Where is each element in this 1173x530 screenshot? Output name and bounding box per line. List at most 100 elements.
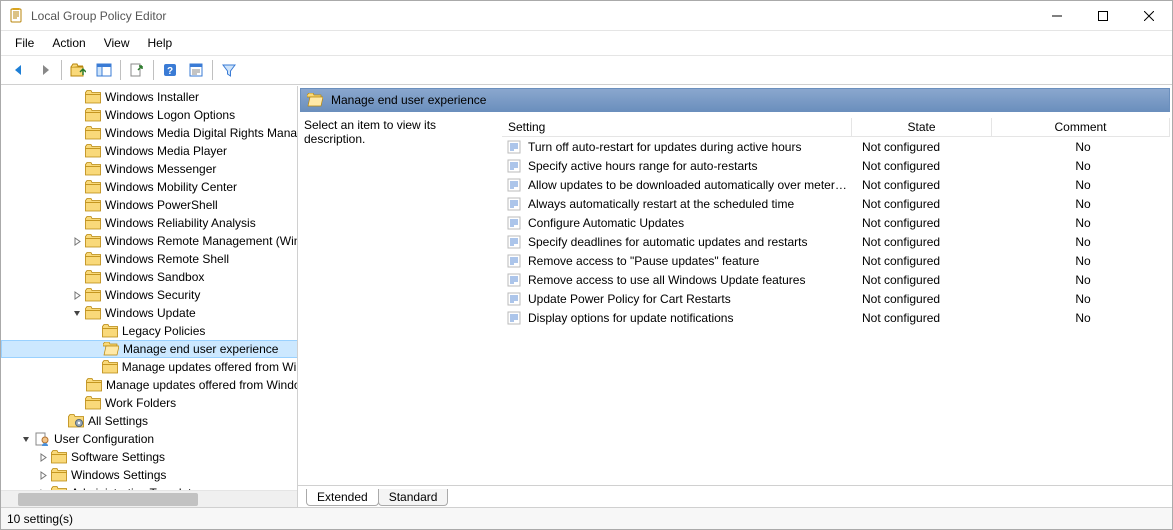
setting-state: Not configured — [856, 178, 996, 192]
tree-item[interactable]: Windows Reliability Analysis — [1, 214, 297, 232]
tree-item-label: Windows Security — [105, 288, 200, 302]
chevron-right-icon[interactable] — [69, 237, 85, 246]
tree-item[interactable]: User Configuration — [1, 430, 297, 448]
folder-open-icon — [103, 342, 119, 356]
setting-state: Not configured — [856, 216, 996, 230]
window-title: Local Group Policy Editor — [31, 9, 1034, 23]
forward-button[interactable] — [33, 58, 57, 82]
setting-row[interactable]: Specify deadlines for automatic updates … — [502, 232, 1170, 251]
folder-icon — [85, 270, 101, 284]
show-hide-tree-button[interactable] — [92, 58, 116, 82]
titlebar: Local Group Policy Editor — [1, 1, 1172, 31]
tree-item[interactable]: Windows Update — [1, 304, 297, 322]
setting-row[interactable]: Specify active hours range for auto-rest… — [502, 156, 1170, 175]
app-icon — [9, 8, 25, 24]
folder-icon — [102, 324, 118, 338]
toolbar: ? — [1, 55, 1172, 85]
tab-extended[interactable]: Extended — [306, 489, 379, 506]
chevron-down-icon[interactable] — [69, 309, 85, 318]
tree-item[interactable]: Windows PowerShell — [1, 196, 297, 214]
folder-icon — [85, 288, 101, 302]
setting-icon — [506, 272, 522, 288]
folder-icon — [85, 180, 101, 194]
tree-item[interactable]: Windows Remote Shell — [1, 250, 297, 268]
tree-item[interactable]: All Settings — [1, 412, 297, 430]
tree-item[interactable]: Windows Remote Management (WinRM) — [1, 232, 297, 250]
tree-item[interactable]: Windows Media Player — [1, 142, 297, 160]
setting-name: Specify active hours range for auto-rest… — [522, 159, 856, 173]
menu-view[interactable]: View — [96, 34, 138, 52]
tree-item[interactable]: Windows Media Digital Rights Management — [1, 124, 297, 142]
chevron-right-icon[interactable] — [35, 453, 51, 462]
maximize-button[interactable] — [1080, 1, 1126, 31]
tree-item[interactable]: Windows Installer — [1, 88, 297, 106]
tree-item[interactable]: Manage end user experience — [1, 340, 297, 358]
setting-name: Remove access to "Pause updates" feature — [522, 254, 856, 268]
tree-scroll[interactable]: Windows Installer Windows Logon Options Wi… — [1, 86, 297, 490]
setting-icon — [506, 177, 522, 193]
setting-name: Configure Automatic Updates — [522, 216, 856, 230]
setting-icon — [506, 310, 522, 326]
tab-standard[interactable]: Standard — [378, 489, 449, 506]
tree-item[interactable]: Legacy Policies — [1, 322, 297, 340]
setting-comment: No — [996, 254, 1170, 268]
properties-button[interactable] — [184, 58, 208, 82]
toolbar-separator — [153, 60, 154, 80]
tree-item[interactable]: Software Settings — [1, 448, 297, 466]
help-button[interactable]: ? — [158, 58, 182, 82]
tree-item[interactable]: Windows Logon Options — [1, 106, 297, 124]
tree-item[interactable]: Manage updates offered from Windows Serv… — [1, 376, 297, 394]
menu-file[interactable]: File — [7, 34, 42, 52]
description-column: Select an item to view its description. — [304, 118, 502, 485]
column-setting[interactable]: Setting — [502, 118, 852, 136]
menu-help[interactable]: Help — [140, 34, 181, 52]
setting-state: Not configured — [856, 273, 996, 287]
setting-name: Turn off auto-restart for updates during… — [522, 140, 856, 154]
setting-comment: No — [996, 216, 1170, 230]
tree-item[interactable]: Windows Mobility Center — [1, 178, 297, 196]
tree-item[interactable]: Windows Settings — [1, 466, 297, 484]
setting-row[interactable]: Update Power Policy for Cart RestartsNot… — [502, 289, 1170, 308]
svg-text:?: ? — [167, 66, 173, 77]
back-button[interactable] — [7, 58, 31, 82]
tree-item[interactable]: Manage updates offered from Windows Upda… — [1, 358, 297, 376]
folder-icon — [102, 360, 118, 374]
folder-icon — [86, 378, 102, 392]
setting-row[interactable]: Always automatically restart at the sche… — [502, 194, 1170, 213]
chevron-right-icon[interactable] — [69, 291, 85, 300]
tree-horizontal-scrollbar[interactable] — [1, 490, 297, 507]
minimize-button[interactable] — [1034, 1, 1080, 31]
setting-row[interactable]: Configure Automatic UpdatesNot configure… — [502, 213, 1170, 232]
folder-icon — [85, 198, 101, 212]
setting-row[interactable]: Remove access to use all Windows Update … — [502, 270, 1170, 289]
menu-action[interactable]: Action — [44, 34, 93, 52]
filter-button[interactable] — [217, 58, 241, 82]
setting-row[interactable]: Turn off auto-restart for updates during… — [502, 137, 1170, 156]
column-comment[interactable]: Comment — [992, 118, 1170, 136]
export-button[interactable] — [125, 58, 149, 82]
chevron-down-icon[interactable] — [18, 435, 34, 444]
folder-icon — [85, 108, 101, 122]
setting-row[interactable]: Remove access to "Pause updates" feature… — [502, 251, 1170, 270]
setting-name: Remove access to use all Windows Update … — [522, 273, 856, 287]
tree-item[interactable]: Windows Security — [1, 286, 297, 304]
folder-open-icon — [307, 93, 323, 107]
setting-comment: No — [996, 292, 1170, 306]
tree-item-label: Manage end user experience — [123, 342, 278, 356]
chevron-right-icon[interactable] — [35, 471, 51, 480]
tree-item-label: Windows Remote Shell — [105, 252, 229, 266]
tree-item-label: Windows Media Player — [105, 144, 227, 158]
tree-item-label: Windows Logon Options — [105, 108, 235, 122]
column-state[interactable]: State — [852, 118, 992, 136]
close-button[interactable] — [1126, 1, 1172, 31]
tree-item[interactable]: Windows Sandbox — [1, 268, 297, 286]
folder-icon — [85, 234, 101, 248]
setting-row[interactable]: Allow updates to be downloaded automatic… — [502, 175, 1170, 194]
tree-item-label: Windows Update — [105, 306, 196, 320]
tree-item-label: Windows Messenger — [105, 162, 216, 176]
up-button[interactable] — [66, 58, 90, 82]
setting-row[interactable]: Display options for update notifications… — [502, 308, 1170, 327]
tree-item-label: Windows Reliability Analysis — [105, 216, 256, 230]
tree-item[interactable]: Work Folders — [1, 394, 297, 412]
tree-item[interactable]: Windows Messenger — [1, 160, 297, 178]
